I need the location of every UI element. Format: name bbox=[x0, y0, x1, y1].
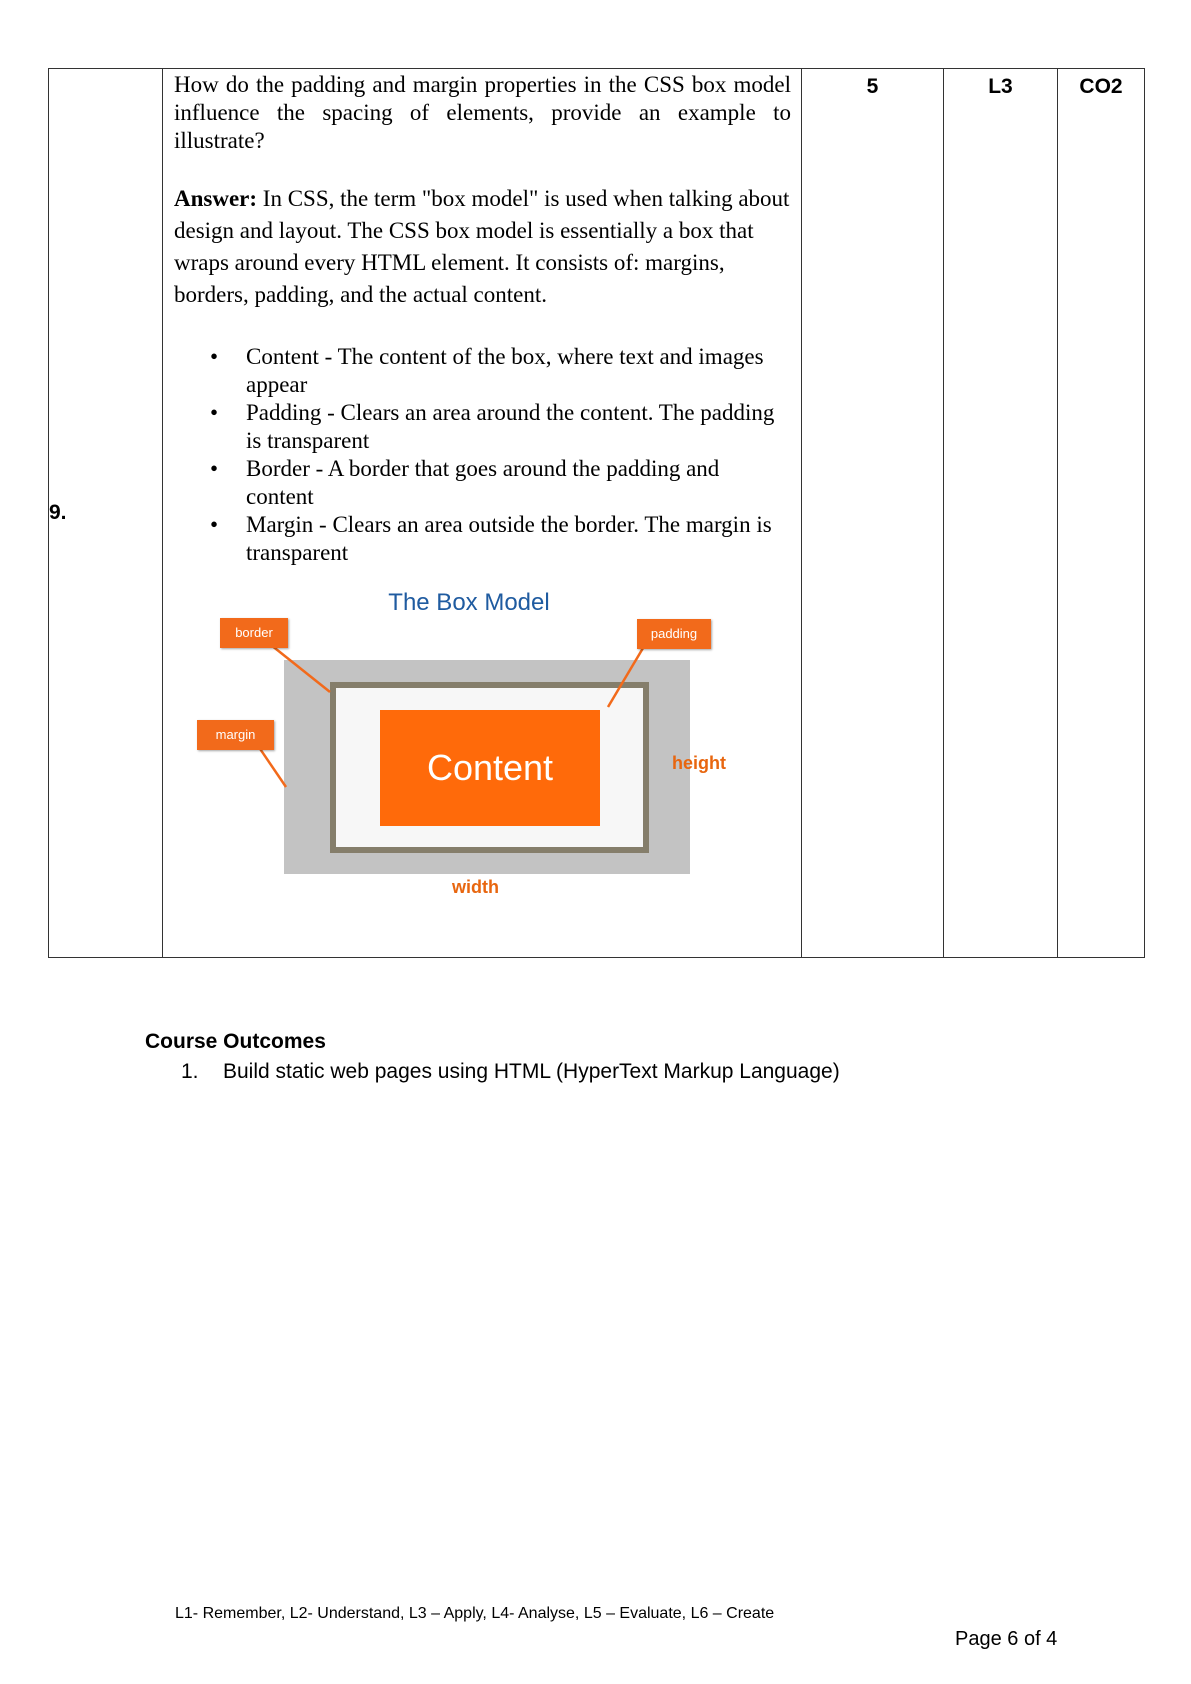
height-label: height bbox=[672, 753, 726, 773]
question-row: 9. How do the padding and margin propert… bbox=[48, 68, 1145, 958]
list-item: • Margin - Clears an area outside the bor… bbox=[210, 511, 791, 567]
bullet-icon: • bbox=[210, 344, 219, 369]
marks-cell: 5 bbox=[801, 68, 944, 958]
answer-label: Answer: bbox=[174, 186, 258, 211]
list-item-text: Margin - Clears an area outside the bord… bbox=[246, 512, 772, 565]
level-cell: L3 bbox=[943, 68, 1058, 958]
box-model-list: • Content - The content of the box, where… bbox=[174, 343, 791, 567]
levels-legend: L1- Remember, L2- Understand, L3 – Apply… bbox=[175, 1605, 775, 1622]
question-text: How do the padding and margin properties… bbox=[174, 72, 791, 153]
course-outcomes-heading: Course Outcomes bbox=[145, 1030, 326, 1053]
page-number: Page 6 of 4 bbox=[955, 1628, 1058, 1650]
border-leader-line bbox=[265, 640, 331, 693]
question-number: 9. bbox=[48, 68, 163, 958]
answer-text: In CSS, the term "box model" is used whe… bbox=[174, 186, 790, 307]
list-item: • Padding - Clears an area around the con… bbox=[210, 399, 791, 455]
bullet-icon: • bbox=[210, 400, 219, 425]
list-item-number: 1. bbox=[181, 1060, 199, 1083]
question-table: 9. How do the padding and margin propert… bbox=[48, 68, 1145, 958]
border-tag: border bbox=[220, 618, 288, 648]
list-item-text: Build static web pages using HTML (Hyper… bbox=[223, 1060, 840, 1083]
list-item: • Content - The content of the box, where… bbox=[210, 343, 791, 399]
width-label: width bbox=[452, 877, 499, 897]
bullet-icon: • bbox=[210, 456, 219, 481]
margin-tag: margin bbox=[197, 720, 274, 750]
list-item-text: Border - A border that goes around the p… bbox=[246, 456, 720, 509]
padding-tag: padding bbox=[637, 619, 711, 649]
list-item: 1. Build static web pages using HTML (Hy… bbox=[181, 1060, 840, 1084]
answer-paragraph: Answer: In CSS, the term "box model" is … bbox=[174, 183, 791, 311]
list-item-text: Content - The content of the box, where … bbox=[246, 344, 764, 397]
bullet-icon: • bbox=[210, 512, 219, 537]
question-cell: How do the padding and margin properties… bbox=[162, 68, 802, 958]
list-item-text: Padding - Clears an area around the cont… bbox=[246, 400, 775, 453]
padding-leader-line bbox=[606, 642, 648, 708]
box-model-diagram: The Box Model Content border padding mar… bbox=[174, 589, 764, 919]
list-item: • Border - A border that goes around the … bbox=[210, 455, 791, 511]
course-outcome-cell: CO2 bbox=[1057, 68, 1145, 958]
course-outcomes-list: 1. Build static web pages using HTML (Hy… bbox=[181, 1060, 840, 1084]
